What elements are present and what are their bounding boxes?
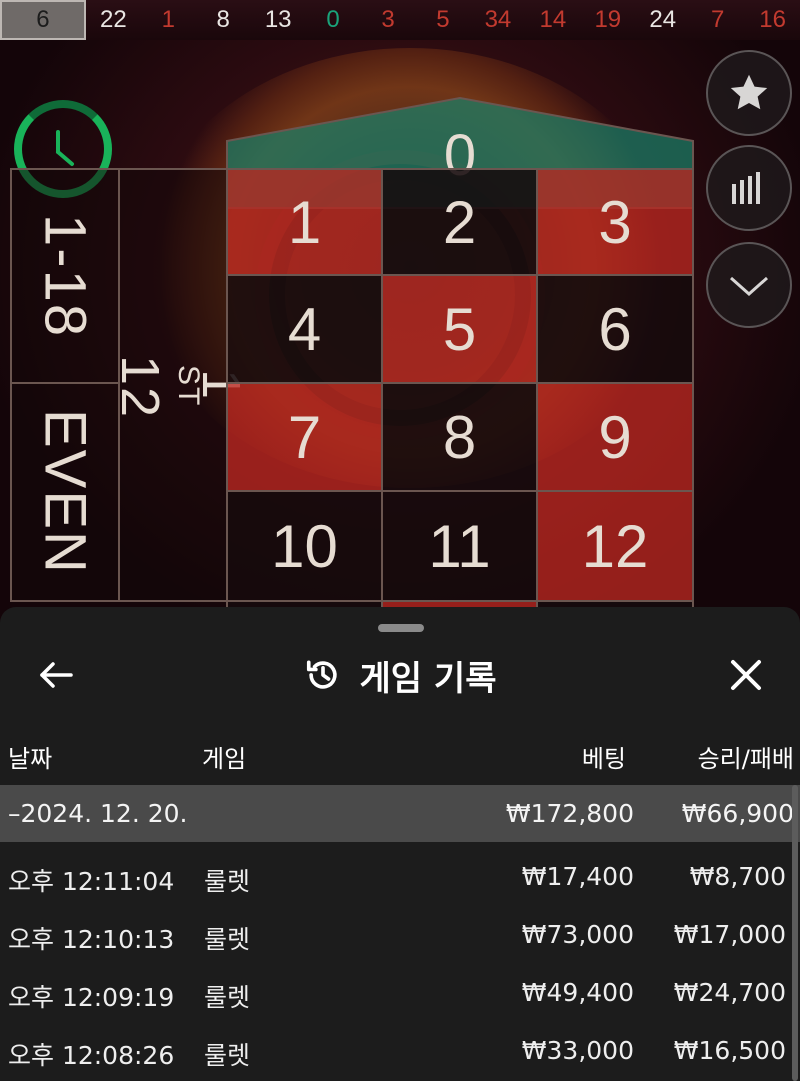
history-row[interactable]: 오후 12:09:19 룰렛 ₩49,400 ₩24,700 — [0, 963, 800, 1021]
result-item: 24 — [649, 6, 677, 33]
history-icon — [306, 660, 337, 689]
dozen-number: 12 — [109, 354, 170, 420]
recent-results-strip: 6 22 1 8 13 0 3 5 34 14 19 24 7 16 — [0, 0, 800, 40]
result-item: 0 — [326, 6, 340, 33]
collapse-button[interactable] — [706, 242, 792, 328]
history-column-headers: 날짜 게임 베팅 승리/패배 — [0, 735, 800, 775]
result-current: 6 — [0, 0, 86, 40]
number-label: 9 — [598, 403, 632, 471]
sheet-header: 게임 기록 — [0, 647, 800, 703]
bet-number-10[interactable]: 10 — [226, 490, 383, 602]
row-winloss: ₩17,000 — [673, 920, 786, 949]
number-label: 3 — [598, 188, 632, 256]
drag-handle[interactable] — [378, 624, 424, 632]
bet-number-9[interactable]: 9 — [536, 382, 694, 492]
history-row[interactable]: 오후 12:11:04 룰렛 ₩17,400 ₩8,700 — [0, 847, 800, 905]
bet-first-dozen[interactable]: 1 ST 12 — [110, 168, 251, 602]
result-item: 8 — [216, 6, 230, 33]
row-winloss: ₩24,700 — [673, 978, 786, 1007]
row-game: 룰렛 — [204, 1041, 251, 1070]
number-label: 11 — [428, 512, 491, 580]
close-icon — [731, 660, 761, 690]
history-row[interactable]: 오후 12:08:26 룰렛 ₩33,000 ₩16,500 — [0, 1021, 800, 1079]
number-label: 7 — [287, 403, 322, 471]
statistics-button[interactable] — [706, 145, 792, 231]
sheet-title: 게임 기록 — [359, 658, 497, 699]
bar-chart-icon — [732, 172, 760, 204]
favorite-button[interactable] — [706, 50, 792, 136]
group-winloss-total: ₩66,900 — [681, 799, 794, 828]
result-item: 1 — [161, 6, 175, 33]
bet-number-8[interactable]: 8 — [381, 382, 538, 492]
even-label: EVEN — [32, 409, 98, 575]
bet-low-1-18[interactable]: 1-18 — [10, 168, 120, 384]
number-label: 2 — [442, 188, 477, 256]
result-item: 14 — [539, 6, 567, 33]
scrollbar[interactable] — [792, 785, 798, 1081]
header-date: 날짜 — [8, 745, 53, 773]
number-label: 10 — [271, 512, 338, 580]
row-winloss: ₩16,500 — [673, 1036, 786, 1065]
header-game: 게임 — [202, 745, 247, 773]
close-button[interactable] — [718, 647, 774, 703]
row-game: 룰렛 — [204, 983, 251, 1012]
group-date: –2024. 12. 20. — [8, 799, 188, 828]
result-item: 19 — [594, 6, 622, 33]
result-item: 22 — [100, 6, 127, 33]
row-bet: ₩49,400 — [521, 978, 634, 1007]
dozen-label: 1 ST 12 — [109, 351, 251, 420]
group-bet-total: ₩172,800 — [505, 799, 634, 828]
row-game: 룰렛 — [204, 867, 251, 896]
bet-number-12[interactable]: 12 — [536, 490, 694, 602]
roulette-table-view: 0 1-18 EVEN 1 ST 12 1 2 3 4 5 6 7 8 9 10 11 12 — [0, 40, 800, 640]
row-bet: ₩33,000 — [521, 1036, 634, 1065]
row-time: 오후 12:09:19 — [8, 983, 175, 1012]
number-label: 8 — [442, 403, 477, 471]
number-label: 5 — [442, 295, 477, 363]
bet-number-1[interactable]: 1 — [226, 168, 383, 276]
number-label: 12 — [581, 512, 649, 580]
game-history-sheet: 게임 기록 날짜 게임 베팅 승리/패배 –2024. 12. 20. ₩172… — [0, 607, 800, 1081]
bet-number-4[interactable]: 4 — [226, 274, 383, 384]
row-time: 오후 12:11:04 — [8, 867, 175, 896]
arrow-left-icon — [40, 662, 73, 688]
bet-number-6[interactable]: 6 — [536, 274, 694, 384]
low-label: 1-18 — [32, 213, 98, 339]
number-label: 6 — [598, 295, 632, 363]
result-item: 7 — [710, 6, 725, 33]
date-group-row[interactable]: –2024. 12. 20. ₩172,800 ₩66,900 — [0, 785, 800, 842]
row-bet: ₩17,400 — [521, 862, 634, 891]
bet-number-7[interactable]: 7 — [226, 382, 383, 492]
bet-number-3[interactable]: 3 — [536, 168, 694, 276]
result-item: 34 — [484, 6, 512, 33]
chevron-down-icon — [730, 276, 768, 297]
row-bet: ₩73,000 — [521, 920, 634, 949]
number-label: 4 — [287, 295, 322, 363]
back-button[interactable] — [30, 649, 82, 701]
row-time: 오후 12:10:13 — [8, 925, 175, 954]
number-label: 1 — [287, 188, 322, 256]
header-bet: 베팅 — [581, 745, 626, 773]
result-item: 5 — [436, 6, 450, 33]
bet-even[interactable]: EVEN — [10, 382, 120, 602]
row-time: 오후 12:08:26 — [8, 1041, 175, 1070]
result-item: 13 — [264, 6, 292, 33]
bet-number-11[interactable]: 11 — [381, 490, 538, 602]
row-winloss: ₩8,700 — [689, 862, 786, 891]
row-game: 룰렛 — [204, 925, 251, 954]
header-winloss: 승리/패배 — [697, 745, 794, 773]
result-item: 3 — [381, 6, 395, 33]
result-item: 16 — [759, 6, 786, 33]
bet-number-2[interactable]: 2 — [381, 168, 538, 276]
history-row[interactable]: 오후 12:10:13 룰렛 ₩73,000 ₩17,000 — [0, 905, 800, 963]
star-icon — [730, 74, 768, 110]
bet-number-5[interactable]: 5 — [381, 274, 538, 384]
